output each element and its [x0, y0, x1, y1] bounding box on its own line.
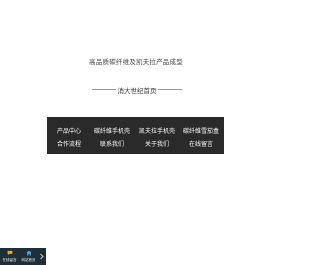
nav-item-about[interactable]: 关于我们 [145, 139, 169, 148]
nav-item-contact[interactable]: 联系我们 [100, 139, 124, 148]
home-icon [26, 250, 32, 256]
home-link-row: 消大世纪首页 [0, 85, 272, 95]
divider-right [158, 89, 182, 90]
nav-item-carbon-cigar-case[interactable]: 碳纤维雪茄盒 [183, 126, 219, 135]
online-message-button[interactable]: 在线留言 [0, 249, 19, 264]
page-tagline: 高品质碳纤维及凯夫拉产品成型 [89, 58, 183, 66]
nav-item-message[interactable]: 在线留言 [189, 139, 213, 148]
nav-panel: 产品中心 碳纤维手机壳 凯夫拉手机壳 碳纤维雪茄盒 合作流程 联系我们 关于我们… [47, 117, 224, 154]
nav-item-kevlar-phone-case[interactable]: 凯夫拉手机壳 [139, 126, 175, 135]
divider-left [92, 89, 116, 90]
online-message-label: 在线留言 [2, 258, 17, 262]
chat-icon [7, 250, 13, 256]
nav-item-carbon-phone-case[interactable]: 碳纤维手机壳 [94, 126, 130, 135]
chevron-right-icon[interactable] [39, 249, 45, 264]
nav-item-products[interactable]: 产品中心 [57, 126, 81, 135]
home-link[interactable]: 消大世纪首页 [116, 85, 158, 95]
mobile-bottom-bar: 在线留言 网站首页 [0, 248, 46, 265]
home-label: 网站首页 [21, 258, 36, 262]
nav-item-cooperation[interactable]: 合作流程 [57, 139, 81, 148]
home-button[interactable]: 网站首页 [19, 249, 38, 264]
